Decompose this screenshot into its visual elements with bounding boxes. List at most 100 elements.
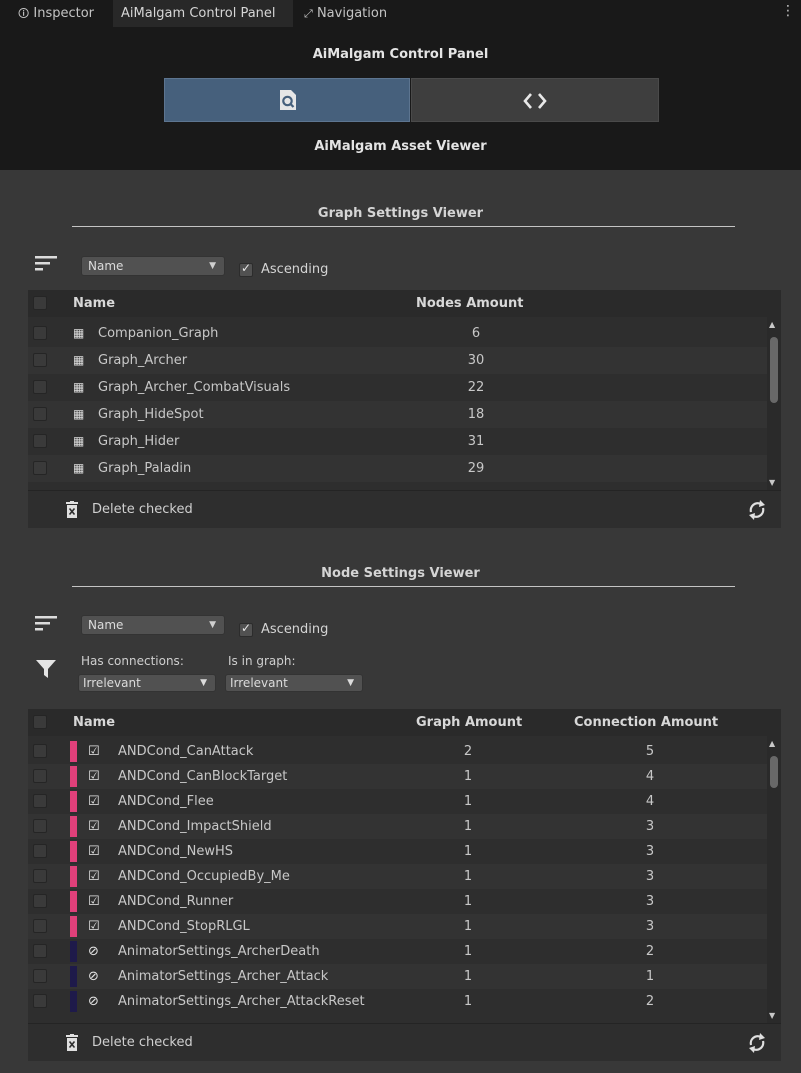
sort-icon[interactable] — [35, 615, 57, 631]
node-type-color-marker — [70, 941, 77, 962]
table-header: Name Nodes Amount — [28, 290, 781, 317]
refresh-icon[interactable] — [748, 500, 766, 520]
panel-subtitle: AiMalgam Asset Viewer — [314, 139, 487, 154]
table-row[interactable]: ▦ Graph_Archer 30 — [28, 347, 767, 374]
row-graph-amount: 1 — [463, 844, 473, 859]
filter-icon[interactable] — [36, 659, 56, 679]
more-options-icon[interactable]: ⋮ — [781, 3, 795, 19]
node-type-color-marker — [70, 866, 77, 887]
row-connection-amount: 1 — [645, 969, 655, 984]
column-header-nodes-amount[interactable]: Nodes Amount — [416, 290, 523, 317]
tab-navigation[interactable]: ⤢ Navigation — [296, 0, 395, 27]
refresh-icon[interactable] — [748, 1033, 766, 1053]
dropdown-value: Irrelevant — [230, 676, 288, 690]
row-checkbox[interactable] — [33, 819, 47, 833]
table-row[interactable]: ☑ ANDCond_Flee 1 4 — [28, 789, 767, 814]
column-header-connection-amount[interactable]: Connection Amount — [574, 709, 718, 736]
row-checkbox[interactable] — [33, 744, 47, 758]
scroll-up-icon[interactable]: ▲ — [769, 320, 775, 329]
table-row[interactable]: ▦ Graph_Hider 31 — [28, 428, 767, 455]
divider — [72, 226, 735, 227]
trash-icon[interactable] — [65, 1034, 79, 1052]
table-row[interactable]: ☑ ANDCond_OccupiedBy_Me 1 3 — [28, 864, 767, 889]
row-connection-amount: 5 — [645, 744, 655, 759]
node-ascending-checkbox[interactable] — [239, 621, 253, 637]
row-checkbox[interactable] — [33, 919, 47, 933]
select-all-checkbox[interactable] — [33, 296, 47, 310]
select-all-checkbox[interactable] — [33, 715, 47, 729]
row-checkbox[interactable] — [33, 894, 47, 908]
row-name: ANDCond_CanAttack — [118, 744, 254, 759]
node-sort-dropdown[interactable]: Name ▼ — [81, 615, 225, 635]
table-row[interactable]: ▦ Companion_Graph 6 — [28, 320, 767, 347]
row-checkbox[interactable] — [33, 969, 47, 983]
dropdown-value: Name — [88, 259, 124, 273]
table-row[interactable]: ☑ ANDCond_NewHS 1 3 — [28, 839, 767, 864]
column-header-name[interactable]: Name — [73, 290, 115, 317]
row-checkbox[interactable] — [33, 353, 47, 367]
scroll-down-icon[interactable]: ▼ — [769, 1011, 775, 1020]
node-scrollbar[interactable]: ▲ ▼ — [767, 736, 781, 1023]
row-checkbox[interactable] — [33, 794, 47, 808]
asset-viewer-button[interactable] — [164, 78, 410, 122]
row-connection-amount: 3 — [645, 819, 655, 834]
scroll-up-icon[interactable]: ▲ — [769, 739, 775, 748]
column-header-name[interactable]: Name — [73, 709, 115, 736]
row-checkbox[interactable] — [33, 326, 47, 340]
code-view-button[interactable] — [411, 78, 659, 122]
delete-checked-button[interactable]: Delete checked — [92, 1024, 193, 1062]
column-header-graph-amount[interactable]: Graph Amount — [416, 709, 522, 736]
row-connection-amount: 4 — [645, 794, 655, 809]
table-row[interactable]: ☑ ANDCond_CanBlockTarget 1 4 — [28, 764, 767, 789]
code-icon — [523, 93, 547, 109]
chevron-down-icon: ▼ — [209, 261, 216, 271]
graph-scrollbar[interactable]: ▲ ▼ — [767, 317, 781, 490]
table-row[interactable]: ⊘ AnimatorSettings_Archer_AttackReset 1 2 — [28, 989, 767, 1014]
is-in-graph-label: Is in graph: — [228, 654, 296, 668]
table-row[interactable]: ☑ ANDCond_Runner 1 3 — [28, 889, 767, 914]
dropdown-value: Irrelevant — [83, 676, 141, 690]
row-checkbox[interactable] — [33, 461, 47, 475]
tab-bar: 🛈 Inspector AiMalgam Control Panel ⤢ Nav… — [0, 0, 801, 27]
table-row[interactable]: ☑ ANDCond_CanAttack 2 5 — [28, 739, 767, 764]
delete-checked-button[interactable]: Delete checked — [92, 491, 193, 529]
row-checkbox[interactable] — [33, 769, 47, 783]
row-checkbox[interactable] — [33, 944, 47, 958]
row-checkbox[interactable] — [33, 869, 47, 883]
row-nodes-amount: 22 — [467, 380, 485, 395]
condition-icon: ☑ — [88, 869, 100, 884]
table-row[interactable]: ▦ Graph_HideSpot 18 — [28, 401, 767, 428]
table-row[interactable]: ☑ ANDCond_ImpactShield 1 3 — [28, 814, 767, 839]
panel-title: AiMalgam Control Panel — [312, 47, 489, 62]
row-checkbox[interactable] — [33, 994, 47, 1008]
graph-sort-dropdown[interactable]: Name ▼ — [81, 256, 225, 276]
scroll-thumb[interactable] — [770, 756, 778, 788]
row-name: Graph_Hider — [98, 434, 180, 449]
row-graph-amount: 1 — [463, 994, 473, 1009]
scroll-thumb[interactable] — [770, 337, 778, 403]
row-graph-amount: 1 — [463, 944, 473, 959]
condition-icon: ☑ — [88, 894, 100, 909]
row-checkbox[interactable] — [33, 380, 47, 394]
table-row[interactable]: ▦ Graph_Paladin 29 — [28, 455, 767, 482]
has-connections-dropdown[interactable]: Irrelevant ▼ — [78, 674, 216, 692]
row-checkbox[interactable] — [33, 844, 47, 858]
row-name: Graph_Paladin — [98, 461, 192, 476]
table-row[interactable]: ⊘ AnimatorSettings_Archer_Attack 1 1 — [28, 964, 767, 989]
row-name: AnimatorSettings_ArcherDeath — [118, 944, 320, 959]
row-checkbox[interactable] — [33, 434, 47, 448]
scroll-down-icon[interactable]: ▼ — [769, 478, 775, 487]
table-row[interactable]: ▦ Graph_Archer_CombatVisuals 22 — [28, 374, 767, 401]
row-checkbox[interactable] — [33, 407, 47, 421]
trash-icon[interactable] — [65, 501, 79, 519]
sort-icon[interactable] — [35, 255, 57, 271]
row-connection-amount: 2 — [645, 944, 655, 959]
table-row[interactable]: ⊘ AnimatorSettings_ArcherDeath 1 2 — [28, 939, 767, 964]
table-row[interactable]: ☑ ANDCond_StopRLGL 1 3 — [28, 914, 767, 939]
row-connection-amount: 3 — [645, 894, 655, 909]
node-type-color-marker — [70, 916, 77, 937]
is-in-graph-dropdown[interactable]: Irrelevant ▼ — [225, 674, 363, 692]
graph-ascending-checkbox[interactable] — [239, 261, 253, 277]
tab-aimalgam-control-panel[interactable]: AiMalgam Control Panel — [113, 0, 293, 27]
tab-inspector[interactable]: 🛈 Inspector — [10, 0, 102, 27]
